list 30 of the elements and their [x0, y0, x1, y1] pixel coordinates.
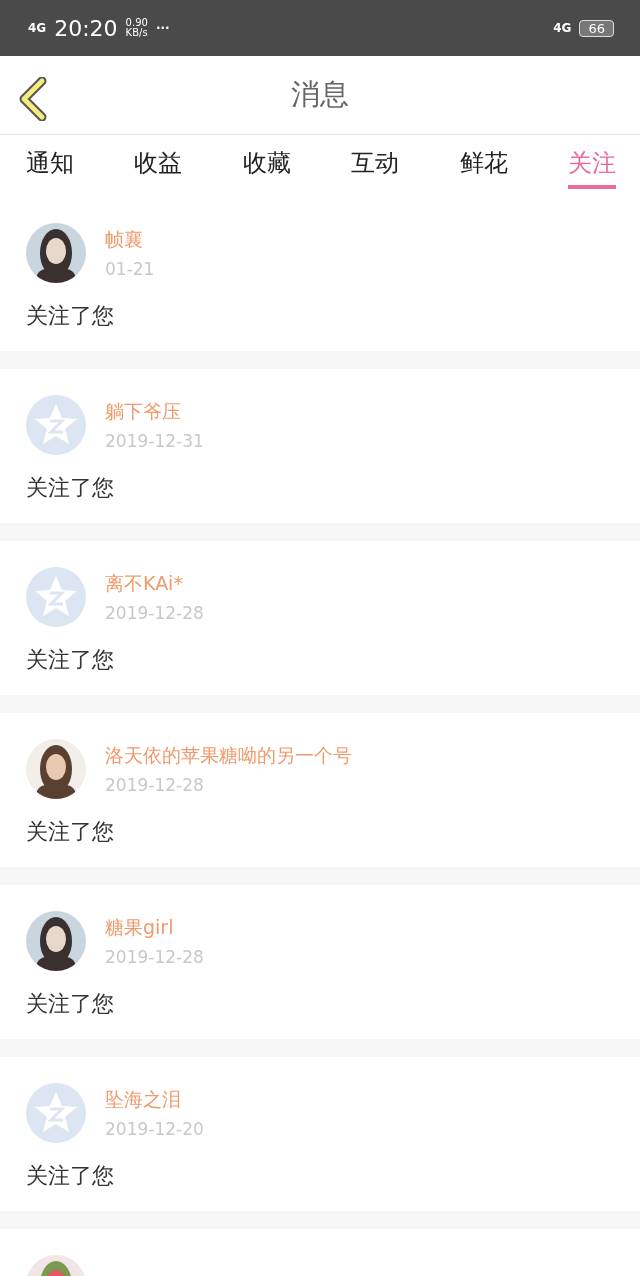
- tab[interactable]: 收益: [134, 135, 183, 189]
- message-text: 关注了您: [26, 818, 115, 846]
- tab[interactable]: 互动: [351, 135, 400, 189]
- default-avatar-icon: [26, 1083, 86, 1143]
- user-name[interactable]: 躺下爷压: [105, 399, 204, 425]
- more-indicator: ···: [155, 21, 170, 35]
- user-name[interactable]: 洛天依的苹果糖呦的另一个号: [105, 743, 352, 769]
- user-name[interactable]: 糖果girl: [105, 915, 204, 941]
- network-indicator: 4G: [28, 21, 47, 35]
- user-name[interactable]: 离不KAi*: [105, 571, 204, 597]
- tab[interactable]: 通知: [26, 135, 74, 189]
- clock: 20:20: [54, 15, 118, 41]
- message-text: 关注了您: [26, 302, 115, 330]
- tab[interactable]: 关注: [567, 135, 616, 189]
- network-indicator: 4G: [553, 21, 572, 35]
- tab[interactable]: 收藏: [242, 135, 291, 189]
- message-text: 关注了您: [26, 474, 115, 502]
- message-text: 关注了您: [26, 990, 115, 1018]
- message-text: 关注了您: [26, 1162, 115, 1190]
- default-avatar-icon: [26, 567, 86, 627]
- speed-unit: KB/s: [125, 28, 148, 38]
- tab[interactable]: 鲜花: [459, 135, 508, 189]
- back-icon[interactable]: [18, 77, 48, 121]
- message-text: 关注了您: [26, 646, 115, 674]
- user-name[interactable]: 帧襄: [105, 227, 155, 253]
- page-title: 消息: [291, 76, 349, 113]
- speed-value: 0.90: [125, 18, 148, 28]
- default-avatar-icon: [26, 395, 86, 455]
- user-name[interactable]: 坠海之泪: [105, 1087, 204, 1113]
- battery-indicator: 66: [579, 19, 614, 37]
